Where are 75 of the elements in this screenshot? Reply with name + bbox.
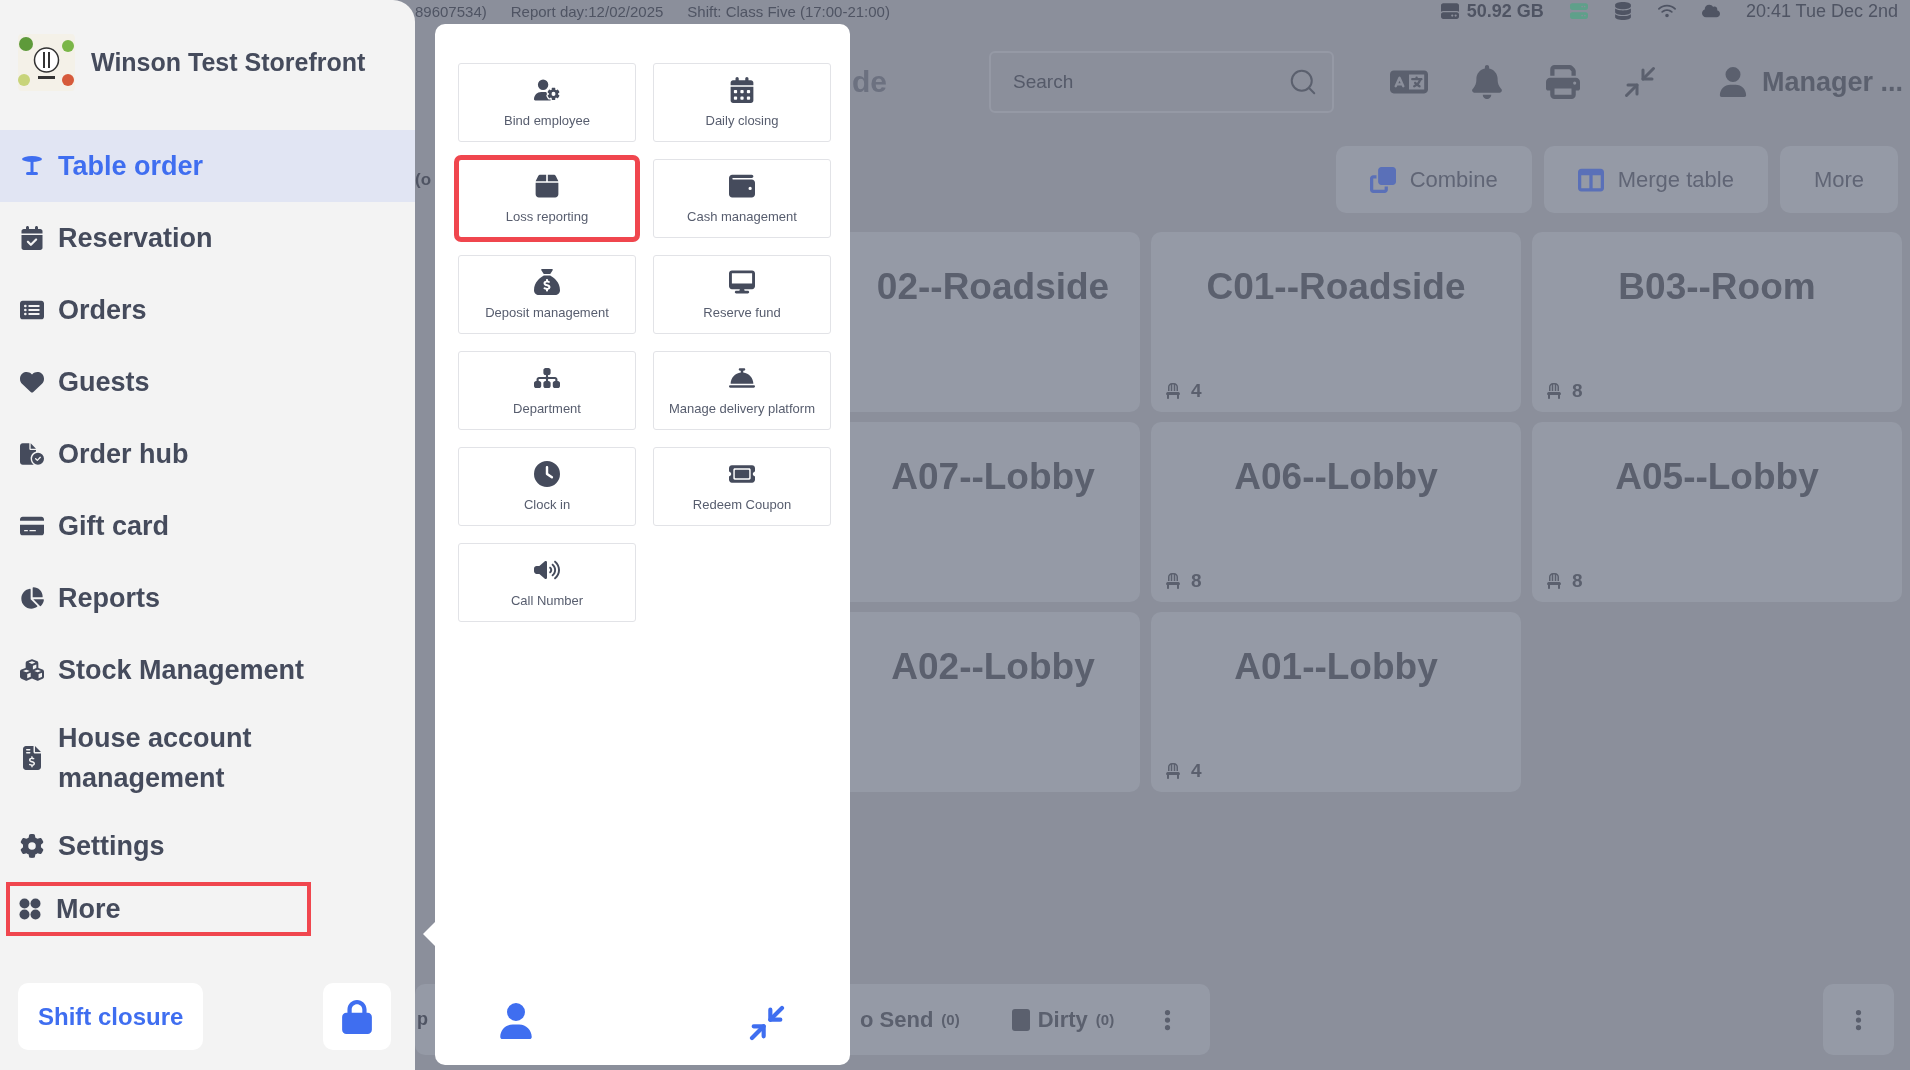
seat-count: 4 [1165, 760, 1507, 782]
menu-tile[interactable]: Department [458, 351, 636, 430]
seat-count: 8 [1546, 380, 1888, 402]
columns-icon [1577, 166, 1604, 193]
monitor-icon [729, 269, 755, 295]
compress-icon [747, 1003, 787, 1043]
shift-closure-button[interactable]: Shift closure [18, 983, 204, 1050]
wifi-icon [1657, 2, 1676, 20]
cloche-icon [729, 365, 755, 391]
four-dots-icon [18, 897, 42, 921]
more-options-button[interactable] [1823, 984, 1894, 1055]
database-icon [1613, 2, 1632, 20]
nav-item[interactable]: Orders [0, 274, 415, 346]
sitemap-icon [534, 365, 560, 391]
compress-icon[interactable] [1622, 64, 1658, 100]
nav-item[interactable]: More [6, 882, 311, 936]
bell-icon[interactable] [1470, 65, 1504, 99]
copy-icon [1369, 166, 1396, 193]
compress-button[interactable] [747, 1003, 787, 1043]
kebab-icon [1855, 1007, 1862, 1032]
menu-tile[interactable]: Manage delivery platform [653, 351, 831, 430]
clock-icon [534, 461, 560, 487]
nav-item[interactable]: Guests [0, 346, 415, 418]
user-gear-icon [534, 77, 560, 103]
nav-item[interactable]: Reservation [0, 202, 415, 274]
nav-item[interactable]: House account management [0, 706, 415, 810]
lock-button[interactable] [323, 983, 391, 1050]
pie-chart-icon [20, 586, 44, 610]
shift-label: Shift: Class Five (17:00-21:00) [687, 2, 890, 20]
invoice-icon [20, 746, 44, 770]
card-icon [20, 514, 44, 538]
report-day: Report day:12/02/2025 [510, 2, 664, 20]
store-logo [18, 34, 75, 91]
wallet-icon [729, 173, 755, 199]
search-icon [1288, 67, 1318, 97]
heart-icon [20, 370, 44, 394]
menu-tile[interactable]: Redeem Coupon [653, 447, 831, 526]
seat-count: 4 [1165, 380, 1507, 402]
menu-tile[interactable]: Daily closing [653, 63, 831, 142]
store-name: Winson Test Storefront [91, 48, 366, 77]
cubes-icon [20, 658, 44, 682]
menu-tile[interactable]: Call Number [458, 543, 636, 622]
nav-item[interactable]: Gift card [0, 490, 415, 562]
menu-tile[interactable]: Clock in [458, 447, 636, 526]
lock-icon [340, 999, 374, 1034]
calendar-icon [729, 77, 755, 103]
nav-item[interactable]: Reports [0, 562, 415, 634]
seat-count: 8 [1546, 570, 1888, 592]
seat-count: 8 [1165, 570, 1507, 592]
status-label: p [417, 1009, 428, 1030]
clock: 20:41 Tue Dec 2nd [1745, 0, 1898, 22]
storage-indicator: 50.92 GB [1440, 0, 1544, 22]
nav-item[interactable]: Order hub [0, 418, 415, 490]
nav-item[interactable]: Settings [0, 810, 415, 882]
menu-tile[interactable]: Deposit management [458, 255, 636, 334]
nav-item[interactable]: Stock Management [0, 634, 415, 706]
user-icon [1718, 67, 1748, 97]
printer-icon[interactable] [1546, 65, 1580, 99]
server-icon [1569, 2, 1588, 20]
order-number: 89607534) [415, 2, 487, 20]
kebab-icon [1164, 1007, 1172, 1032]
document-check-icon [20, 442, 44, 466]
calendar-check-icon [20, 226, 44, 250]
cloud-icon [1701, 2, 1720, 20]
menu-tile[interactable]: Bind employee [458, 63, 636, 142]
menu-tile[interactable]: Cash management [653, 159, 831, 238]
nav-item[interactable]: Table order [0, 130, 415, 202]
user-icon [498, 1003, 534, 1039]
menu-tile[interactable]: Reserve fund [653, 255, 831, 334]
box-icon [534, 173, 560, 199]
list-icon [20, 298, 44, 322]
table-icon [20, 154, 44, 178]
money-bag-icon [534, 269, 560, 295]
filter-text: (o [415, 169, 432, 190]
settings-icon [20, 834, 44, 858]
